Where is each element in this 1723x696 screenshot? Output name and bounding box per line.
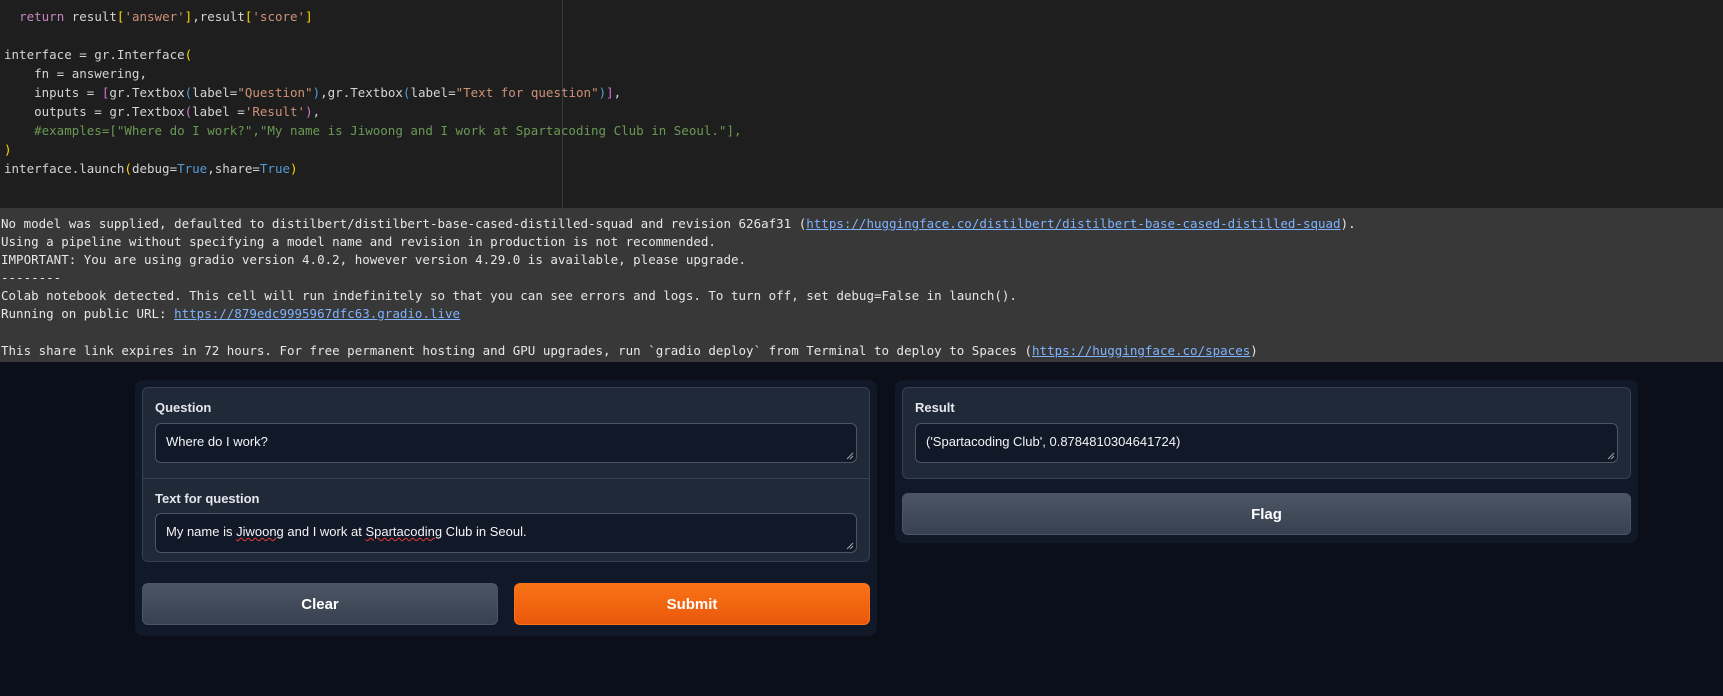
gradio-app: Question Where do I work? Text for quest…: [0, 362, 1723, 696]
output-cell: No model was supplied, defaulted to dist…: [0, 208, 1723, 362]
code-line-inputs: inputs = [gr.Textbox(label="Question"),g…: [4, 85, 622, 100]
question-input[interactable]: Where do I work?: [155, 423, 857, 463]
code-line-close-paren: ): [4, 142, 12, 157]
output-line-important: IMPORTANT: You are using gradio version …: [1, 252, 747, 267]
result-value: ('Spartacoding Club', 0.8784810304641724…: [926, 434, 1181, 449]
context-text: and I work at: [283, 524, 366, 539]
context-label: Text for question: [155, 491, 260, 506]
code-line-fn: fn = answering,: [4, 66, 147, 81]
output-text: Running on public URL:: [1, 306, 175, 321]
inputs-block: Question Where do I work? Text for quest…: [142, 387, 870, 562]
code-line-return: return result['answer'],result['score']: [19, 9, 313, 24]
code-line-launch: interface.launch(debug=True,share=True): [4, 161, 298, 176]
code-line-outputs: outputs = gr.Textbox(label ='Result'),: [4, 104, 321, 119]
public-url-link[interactable]: https://879edc9995967dfc63.gradio.live: [174, 306, 460, 321]
spellcheck-word: Jiwoong: [236, 524, 284, 539]
code-cell[interactable]: return result['answer'],result['score'] …: [0, 0, 1723, 208]
context-text: My name is: [166, 524, 237, 539]
output-line-public-url: Running on public URL: https://879edc999…: [1, 305, 460, 323]
result-output[interactable]: ('Spartacoding Club', 0.8784810304641724…: [915, 423, 1618, 463]
output-text: ).: [1340, 216, 1356, 231]
output-line-model: No model was supplied, defaulted to dist…: [1, 215, 1356, 233]
output-panel: Result ('Spartacoding Club', 0.878481030…: [895, 380, 1638, 543]
code-line-interface: interface = gr.Interface(: [4, 47, 193, 62]
resize-handle-icon[interactable]: [846, 452, 854, 460]
output-line-pipeline: Using a pipeline without specifying a mo…: [1, 234, 716, 249]
question-value: Where do I work?: [166, 434, 268, 449]
ruler-line: [562, 0, 563, 208]
result-label: Result: [915, 400, 955, 415]
output-line-colab: Colab notebook detected. This cell will …: [1, 288, 1017, 303]
output-text: No model was supplied, defaulted to dist…: [1, 216, 807, 231]
model-link[interactable]: https://huggingface.co/distilbert/distil…: [806, 216, 1340, 231]
output-text: ): [1250, 343, 1258, 358]
spellcheck-word: Spartacoding: [365, 524, 443, 539]
resize-handle-icon[interactable]: [1607, 452, 1615, 460]
output-line-share: This share link expires in 72 hours. For…: [1, 342, 1258, 360]
submit-button[interactable]: Submit: [514, 583, 870, 625]
output-text: This share link expires in 72 hours. For…: [1, 343, 1033, 358]
input-panel: Question Where do I work? Text for quest…: [135, 380, 877, 636]
divider: [143, 478, 869, 479]
result-block: Result ('Spartacoding Club', 0.878481030…: [902, 387, 1631, 479]
resize-handle-icon[interactable]: [846, 542, 854, 550]
flag-button[interactable]: Flag: [902, 493, 1631, 535]
question-label: Question: [155, 400, 212, 415]
clear-button[interactable]: Clear: [142, 583, 498, 625]
code-line-examples-comment: #examples=["Where do I work?","My name i…: [4, 123, 742, 138]
output-line-separator: --------: [1, 270, 62, 285]
spaces-link[interactable]: https://huggingface.co/spaces: [1032, 343, 1250, 358]
context-input[interactable]: My name is Jiwoong and I work at Spartac…: [155, 513, 857, 553]
context-text: Club in Seoul.: [442, 524, 527, 539]
